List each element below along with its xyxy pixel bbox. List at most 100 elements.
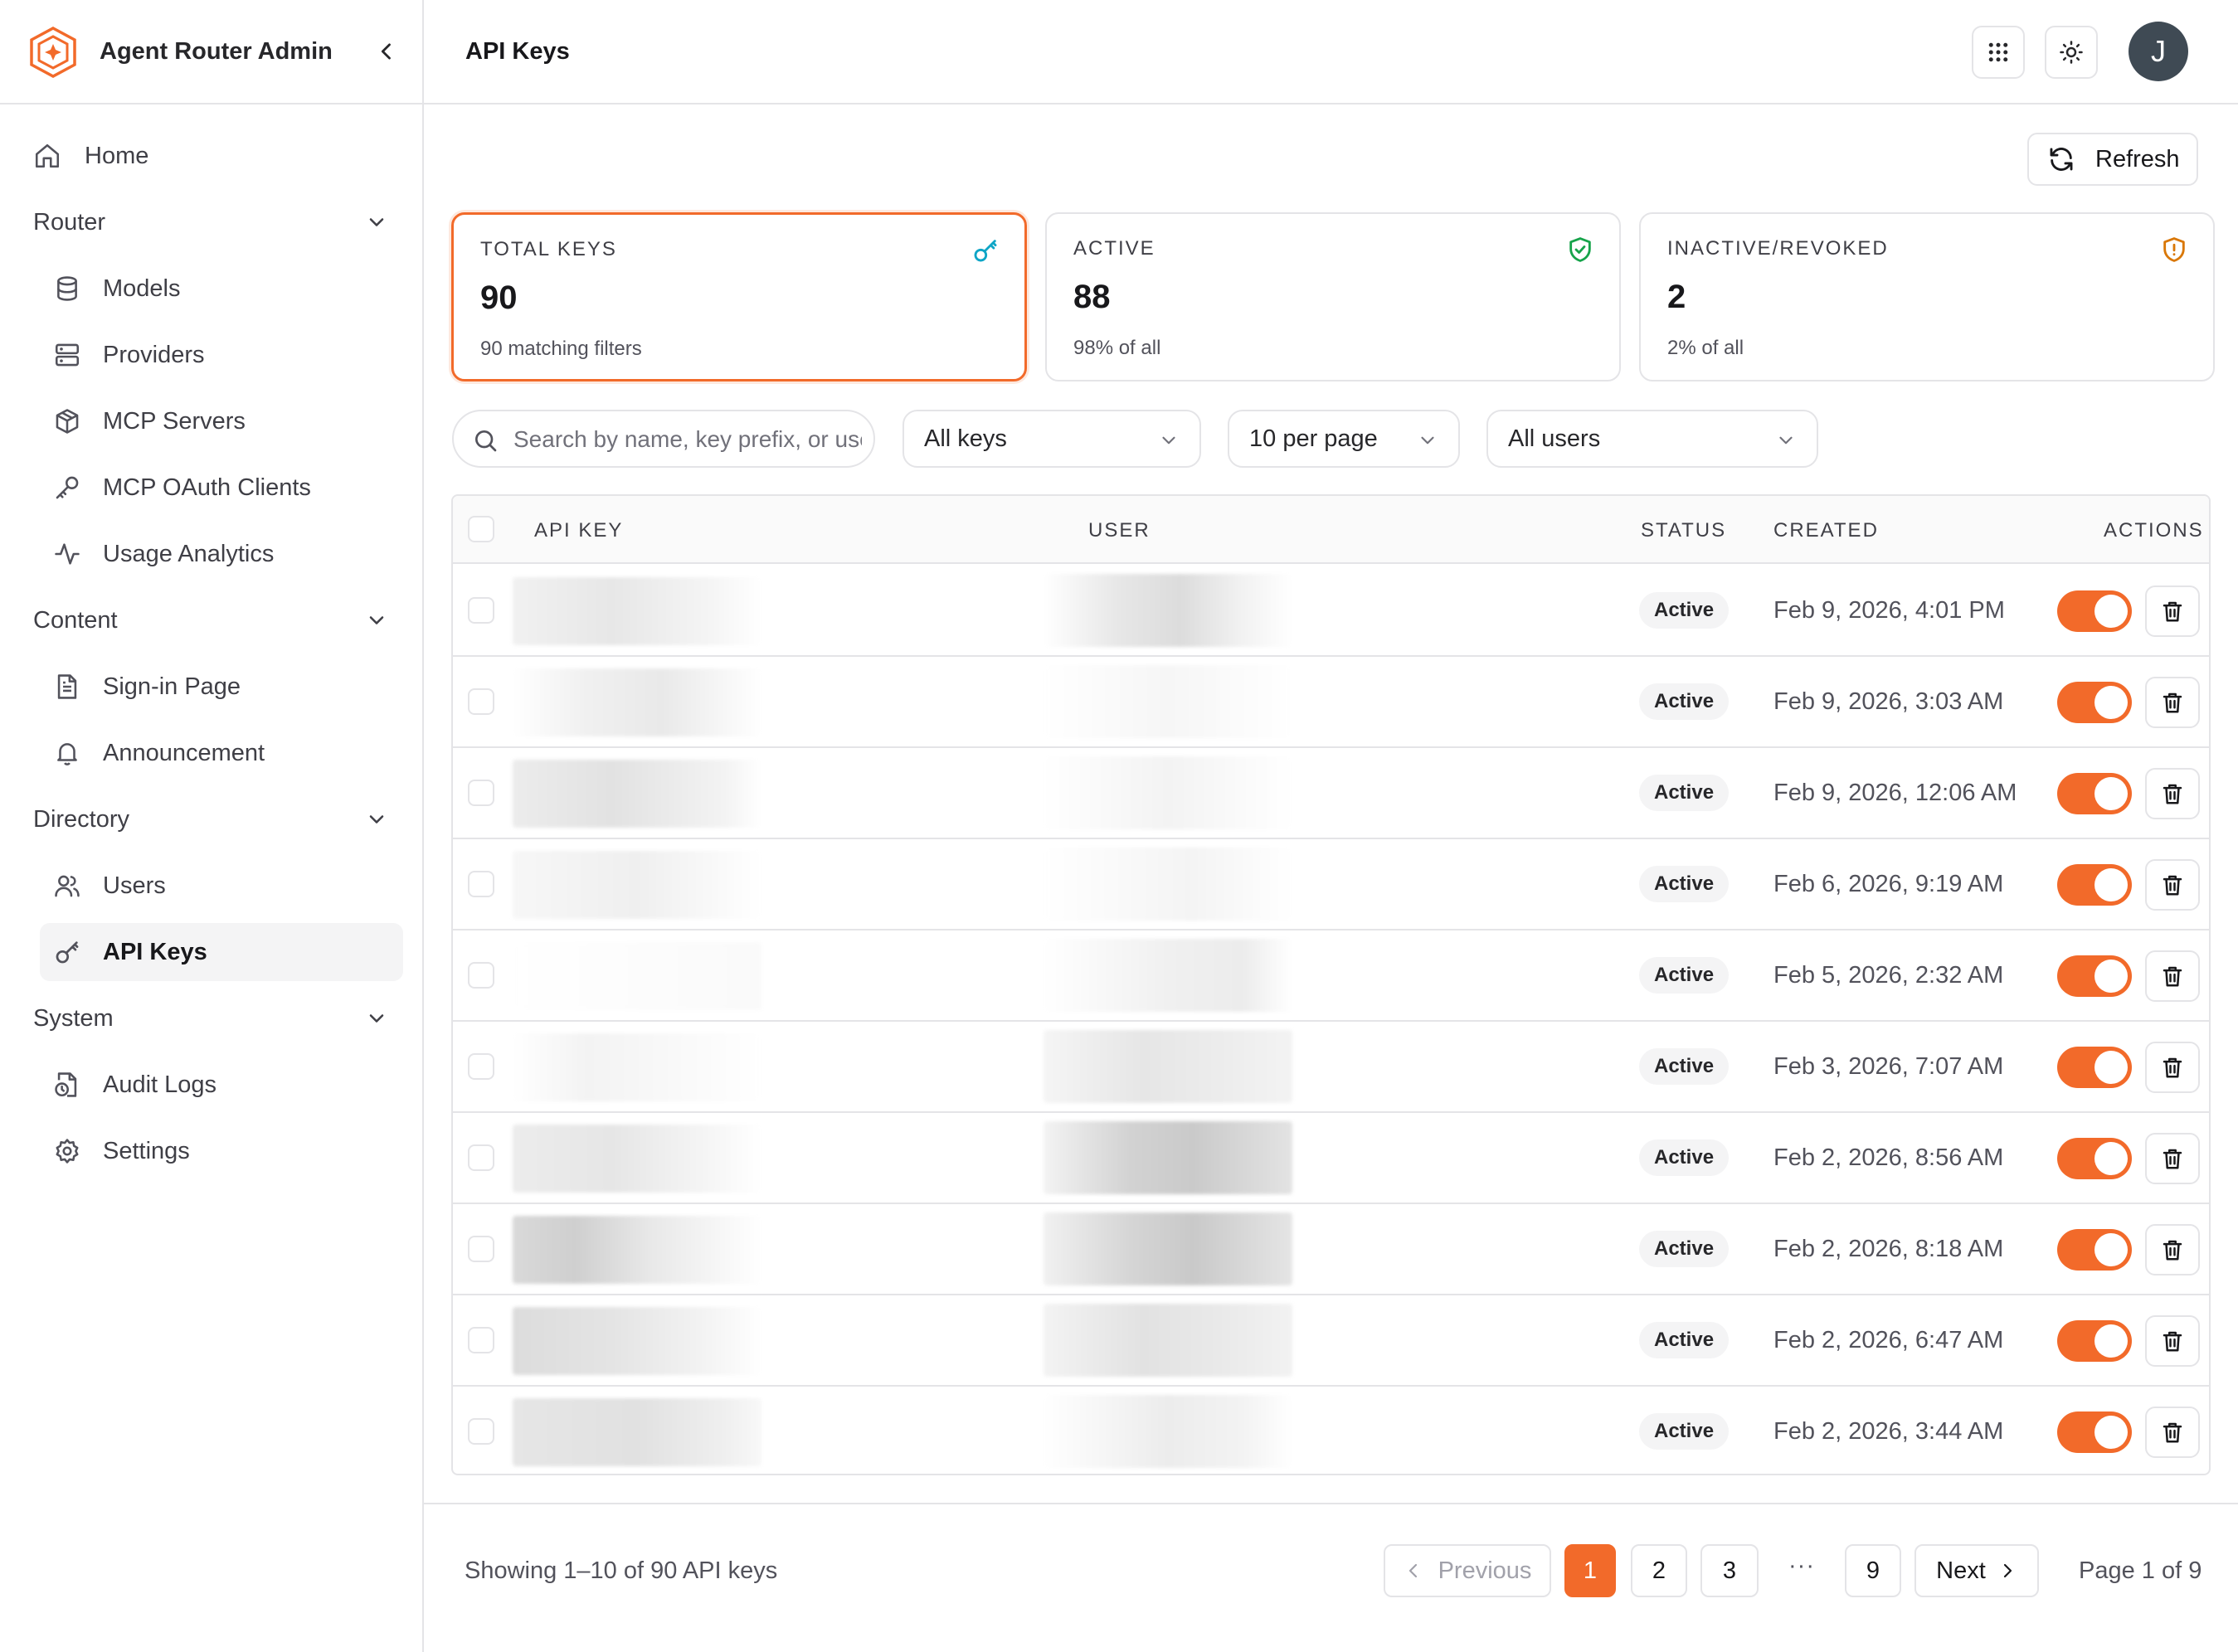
delete-button[interactable] — [2145, 1042, 2200, 1093]
sidebar-item-sign-in-page[interactable]: Sign-in Page — [0, 654, 422, 720]
refresh-icon — [2050, 148, 2073, 171]
table-row[interactable]: Active Feb 9, 2026, 4:01 PM — [453, 566, 2209, 657]
created-date: Feb 9, 2026, 4:01 PM — [1773, 597, 2005, 624]
column-header-api-key[interactable]: API KEY — [534, 519, 623, 542]
redacted-user — [1044, 1304, 1292, 1377]
sidebar-item-label: API Keys — [103, 938, 207, 965]
theme-toggle-button[interactable] — [2045, 26, 2098, 79]
table-row[interactable]: Active Feb 9, 2026, 3:03 AM — [453, 657, 2209, 748]
row-checkbox[interactable] — [468, 1236, 494, 1262]
table-row[interactable]: Active Feb 6, 2026, 9:19 AM — [453, 839, 2209, 930]
delete-button[interactable] — [2145, 950, 2200, 1002]
status-badge: Active — [1639, 683, 1730, 720]
table-row[interactable]: Active Feb 2, 2026, 8:18 AM — [453, 1204, 2209, 1295]
enable-toggle[interactable] — [2057, 1047, 2132, 1088]
delete-button[interactable] — [2145, 1224, 2200, 1275]
enable-toggle[interactable] — [2057, 955, 2132, 997]
enable-toggle[interactable] — [2057, 1411, 2132, 1453]
created-date: Feb 9, 2026, 3:03 AM — [1773, 688, 2004, 715]
sidebar-item-label: Models — [103, 275, 181, 302]
sidebar-item-announcement[interactable]: Announcement — [0, 720, 422, 786]
search-input[interactable] — [513, 423, 862, 456]
created-date: Feb 2, 2026, 8:56 AM — [1773, 1144, 2004, 1171]
sidebar-section-router[interactable]: Router — [0, 189, 422, 255]
enable-toggle[interactable] — [2057, 1138, 2132, 1179]
sidebar-item-home[interactable]: Home — [0, 123, 422, 189]
refresh-button[interactable]: Refresh — [2027, 133, 2198, 186]
row-checkbox[interactable] — [468, 871, 494, 897]
row-checkbox[interactable] — [468, 962, 494, 989]
enable-toggle[interactable] — [2057, 1320, 2132, 1362]
sidebar-item-mcp-oauth-clients[interactable]: MCP OAuth Clients — [0, 454, 422, 521]
sidebar-item-usage-analytics[interactable]: Usage Analytics — [0, 521, 422, 587]
table-row[interactable]: Active Feb 2, 2026, 3:44 AM — [453, 1387, 2209, 1474]
column-header-status[interactable]: STATUS — [1641, 519, 1726, 542]
previous-page-button[interactable]: Previous — [1384, 1544, 1551, 1597]
avatar[interactable]: J — [2129, 22, 2188, 81]
delete-button[interactable] — [2145, 677, 2200, 728]
sidebar-item-users[interactable]: Users — [0, 853, 422, 919]
enable-toggle[interactable] — [2057, 1229, 2132, 1271]
row-checkbox[interactable] — [468, 780, 494, 806]
stat-card-total-keys[interactable]: TOTAL KEYS 90 90 matching filters — [451, 212, 1027, 381]
delete-button[interactable] — [2145, 1315, 2200, 1367]
per-page-select[interactable]: 10 per page — [1228, 410, 1460, 468]
table-row[interactable]: Active Feb 5, 2026, 2:32 AM — [453, 930, 2209, 1022]
page-button-3[interactable]: 3 — [1700, 1544, 1759, 1597]
row-checkbox[interactable] — [468, 1418, 494, 1445]
trash-icon — [2163, 966, 2182, 987]
delete-button[interactable] — [2145, 585, 2200, 637]
collapse-sidebar-button[interactable] — [375, 38, 398, 65]
sidebar-section-system[interactable]: System — [0, 985, 422, 1052]
trash-icon — [2163, 875, 2182, 896]
enable-toggle[interactable] — [2057, 590, 2132, 632]
table-row[interactable]: Active Feb 9, 2026, 12:06 AM — [453, 748, 2209, 839]
sidebar-section-directory[interactable]: Directory — [0, 786, 422, 853]
delete-button[interactable] — [2145, 1407, 2200, 1458]
next-page-button[interactable]: Next — [1914, 1544, 2039, 1597]
page-button-9[interactable]: 9 — [1845, 1544, 1901, 1597]
row-checkbox[interactable] — [468, 1327, 494, 1353]
stat-label: TOTAL KEYS — [480, 238, 617, 260]
table-row[interactable]: Active Feb 2, 2026, 6:47 AM — [453, 1295, 2209, 1387]
stat-card-inactive-revoked[interactable]: INACTIVE/REVOKED 2 2% of all — [1639, 212, 2215, 381]
table-row[interactable]: Active Feb 2, 2026, 8:56 AM — [453, 1113, 2209, 1204]
row-checkbox[interactable] — [468, 1144, 494, 1171]
sidebar-item-settings[interactable]: Settings — [0, 1118, 422, 1184]
page-button-2[interactable]: 2 — [1631, 1544, 1687, 1597]
select-value: All keys — [924, 425, 1007, 452]
delete-button[interactable] — [2145, 768, 2200, 819]
delete-button[interactable] — [2145, 859, 2200, 911]
sidebar-item-mcp-servers[interactable]: MCP Servers — [0, 388, 422, 454]
enable-toggle[interactable] — [2057, 773, 2132, 814]
redacted-api-key — [513, 760, 761, 828]
user-filter-select[interactable]: All users — [1486, 410, 1818, 468]
sidebar-item-models[interactable]: Models — [0, 255, 422, 322]
row-checkbox[interactable] — [468, 597, 494, 624]
redacted-api-key — [513, 1307, 761, 1375]
chevron-left-icon — [1408, 1563, 1417, 1578]
select-all-checkbox[interactable] — [468, 516, 494, 542]
stat-card-active[interactable]: ACTIVE 88 98% of all — [1045, 212, 1621, 381]
sidebar-section-content[interactable]: Content — [0, 587, 422, 654]
column-header-created[interactable]: CREATED — [1773, 519, 1879, 542]
enable-toggle[interactable] — [2057, 864, 2132, 906]
status-filter-select[interactable]: All keys — [902, 410, 1201, 468]
delete-button[interactable] — [2145, 1133, 2200, 1184]
chevron-down-icon — [1162, 436, 1175, 445]
chevron-down-icon — [1421, 436, 1434, 445]
table-row[interactable]: Active Feb 3, 2026, 7:07 AM — [453, 1022, 2209, 1113]
sidebar-item-providers[interactable]: Providers — [0, 322, 422, 388]
sidebar-item-audit-logs[interactable]: Audit Logs — [0, 1052, 422, 1118]
enable-toggle[interactable] — [2057, 682, 2132, 723]
trash-icon — [2163, 692, 2182, 713]
row-checkbox[interactable] — [468, 688, 494, 715]
pagination-ellipsis: ··· — [1788, 1552, 1815, 1579]
apps-menu-button[interactable] — [1972, 26, 2025, 79]
refresh-label: Refresh — [2095, 145, 2180, 172]
page-button-1[interactable]: 1 — [1564, 1544, 1616, 1597]
sidebar-item-api-keys[interactable]: API Keys — [0, 919, 422, 985]
home-icon — [35, 143, 60, 168]
column-header-user[interactable]: USER — [1088, 519, 1151, 542]
row-checkbox[interactable] — [468, 1053, 494, 1080]
